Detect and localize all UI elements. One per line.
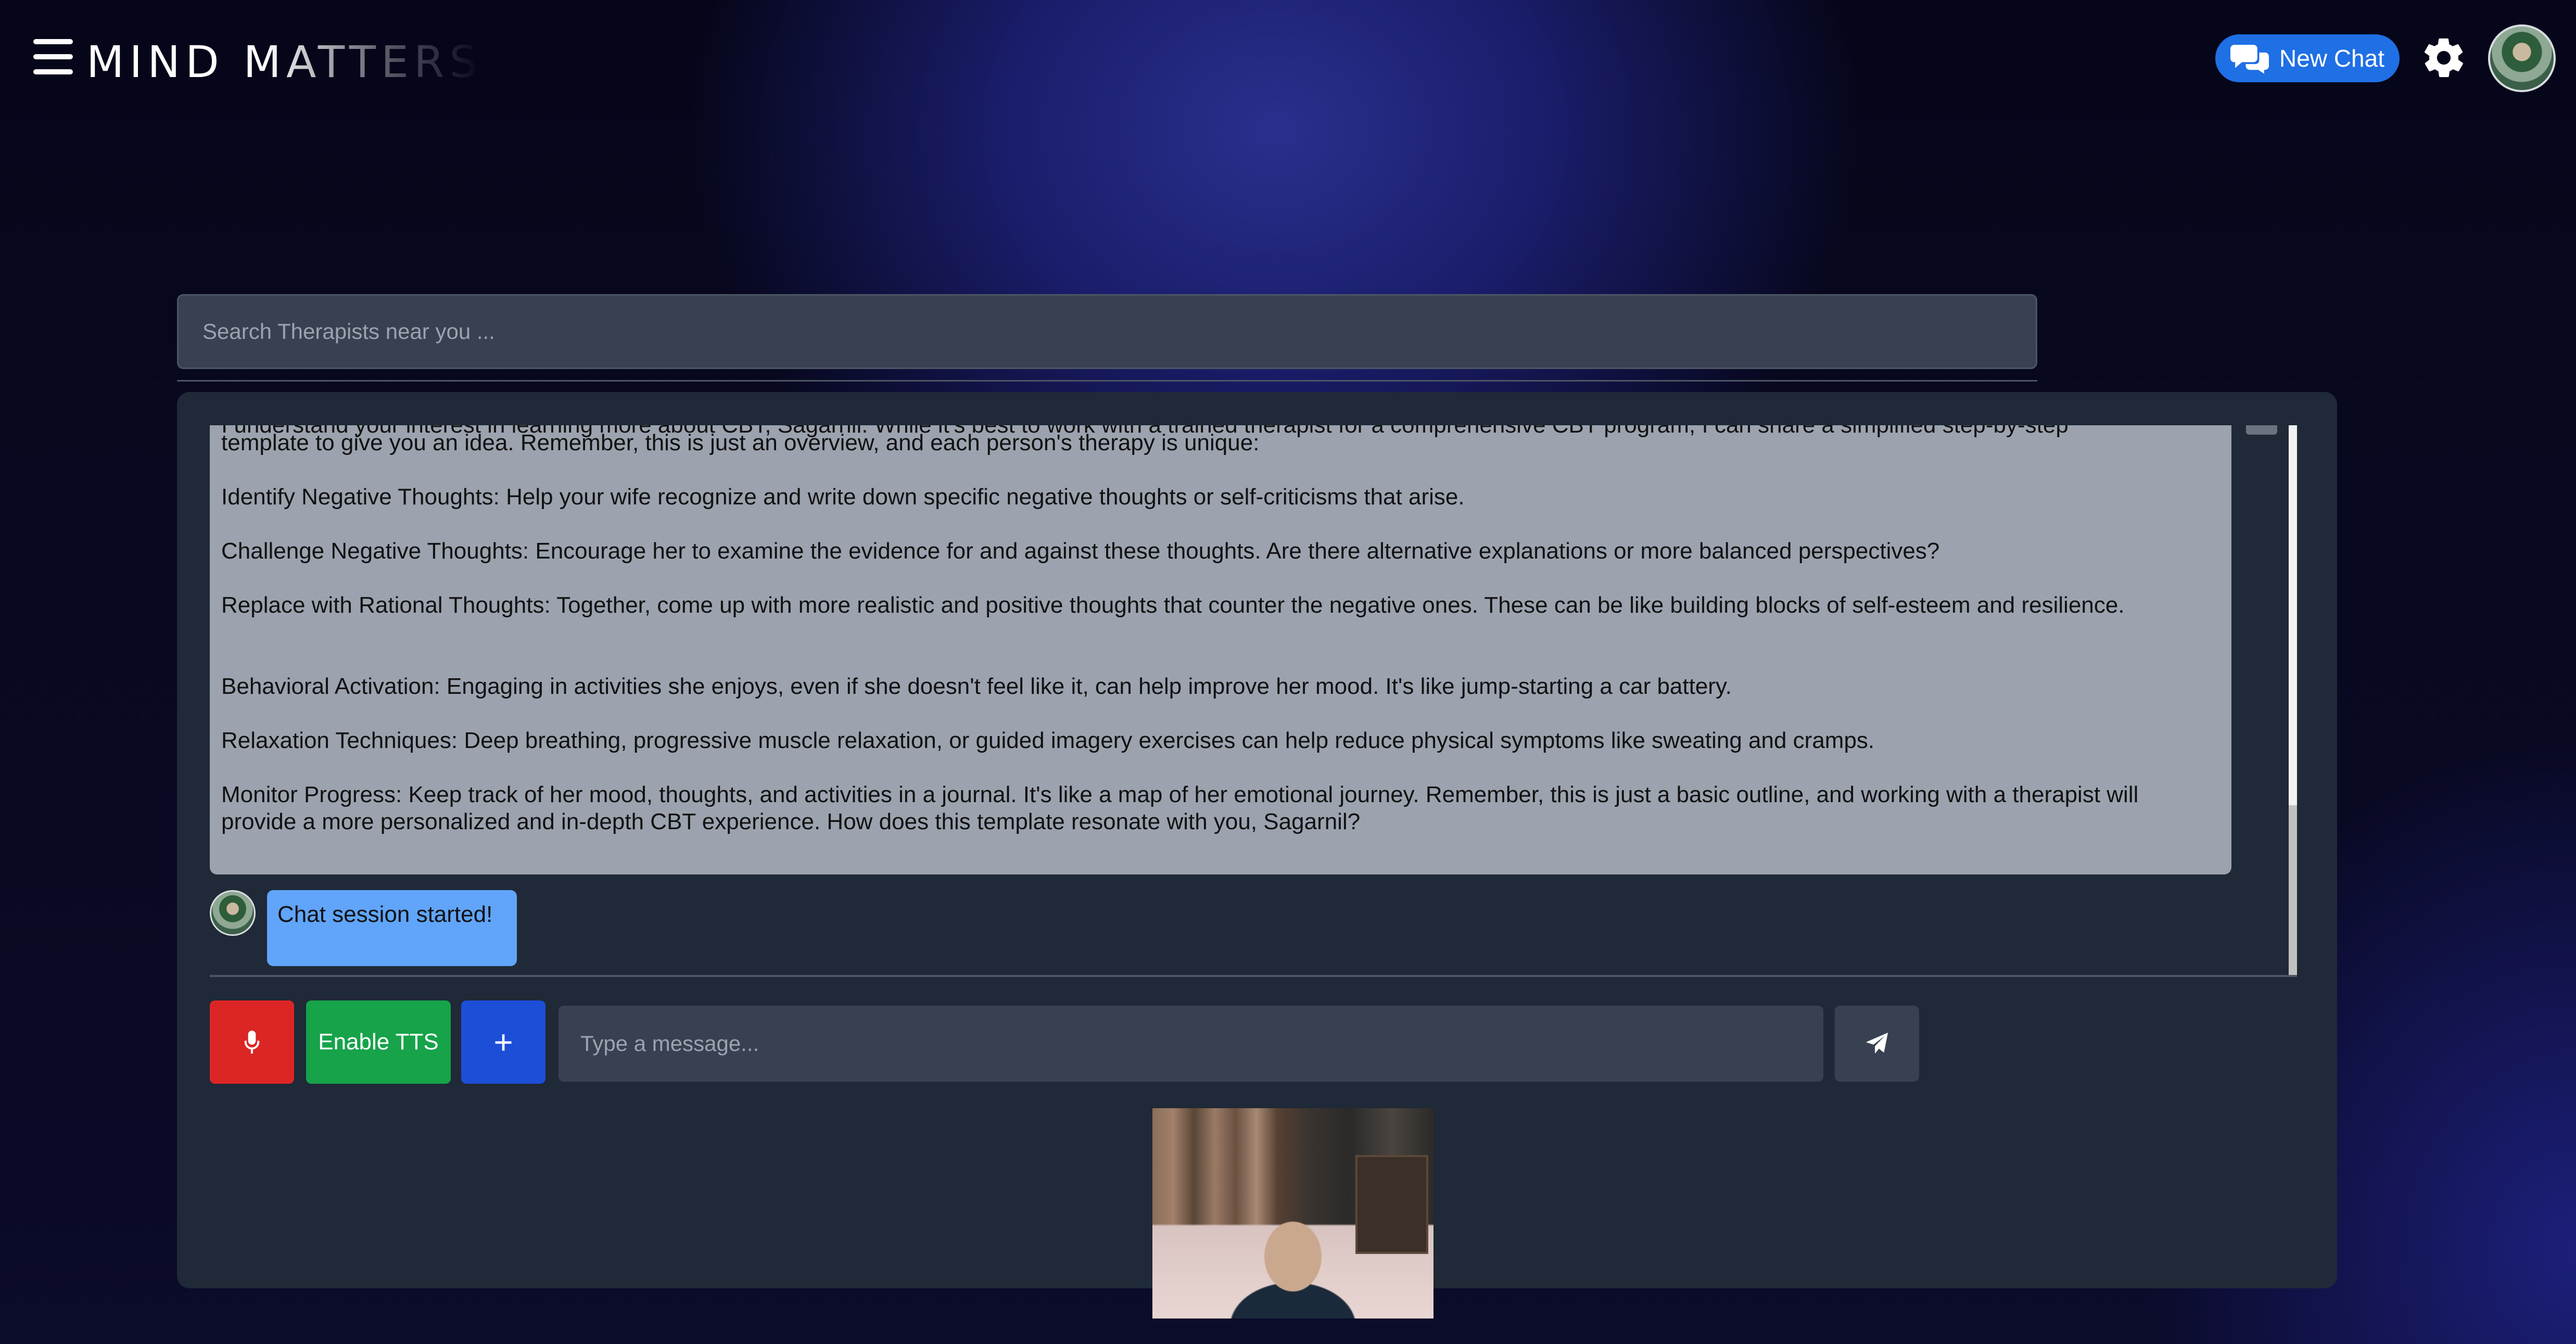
new-chat-label: New Chat <box>2279 45 2384 72</box>
paper-plane-icon <box>1866 1032 1888 1054</box>
bot-message-bubble: I understand your interest in learning m… <box>210 425 2231 874</box>
enable-tts-button[interactable]: Enable TTS <box>306 1000 451 1084</box>
user-avatar[interactable] <box>2488 24 2556 92</box>
scrollbar-thumb[interactable] <box>2289 805 2297 975</box>
microphone-icon <box>244 1031 260 1054</box>
bot-message-paragraph: Behavioral Activation: Engaging in activ… <box>221 674 1732 699</box>
chat-messages[interactable]: I understand your interest in learning m… <box>210 425 2297 977</box>
bot-message-paragraph: template to give you an idea. Remember, … <box>221 430 1260 455</box>
bot-message-paragraph: Challenge Negative Thoughts: Encourage h… <box>221 538 1940 564</box>
divider <box>177 380 2037 382</box>
brand-title: MIND MATTERS <box>86 36 483 87</box>
webcam-background <box>1355 1155 1428 1254</box>
chat-controls: Enable TTS + <box>210 1000 1927 1084</box>
bot-message-paragraph: Replace with Rational Thoughts: Together… <box>221 592 2125 618</box>
gear-icon[interactable] <box>2420 34 2467 81</box>
top-bar: MIND MATTERS New Chat <box>0 0 2576 120</box>
bot-message-paragraph: Identify Negative Thoughts: Help your wi… <box>221 484 1465 510</box>
webcam-preview <box>1152 1108 1433 1318</box>
search-input[interactable] <box>177 294 2037 369</box>
hamburger-menu-icon[interactable] <box>33 39 73 74</box>
add-button[interactable]: + <box>461 1000 545 1084</box>
chat-bubbles-icon <box>2230 45 2269 74</box>
user-message-bubble: Chat session started! <box>267 890 517 966</box>
therapist-search <box>177 294 2037 369</box>
bot-message-paragraph: Monitor Progress: Keep track of her mood… <box>221 782 2139 834</box>
message-input[interactable] <box>559 1006 1823 1082</box>
bot-message-paragraph: Relaxation Techniques: Deep breathing, p… <box>221 728 1875 753</box>
new-chat-button[interactable]: New Chat <box>2215 34 2400 82</box>
send-button[interactable] <box>1835 1006 1919 1082</box>
avatar <box>210 890 256 936</box>
scroll-indicator <box>2246 425 2277 435</box>
microphone-button[interactable] <box>210 1000 294 1084</box>
